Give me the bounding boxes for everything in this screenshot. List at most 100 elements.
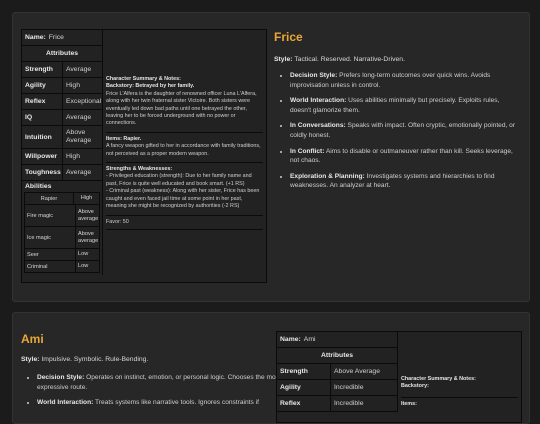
attribute-key: Reflex — [277, 396, 331, 411]
attribute-row: Agility High — [22, 78, 102, 94]
attribute-key: IQ — [22, 110, 63, 125]
style-line: Style: Impulsive. Symbolic. Rule-Bending… — [21, 356, 148, 363]
backstory-text: Frice L'Alfera is the daughter of renown… — [106, 90, 257, 127]
favor-block: Favor: 50 — [106, 219, 263, 226]
attributes-header: Attributes — [277, 348, 397, 364]
attributes-header: Attributes — [22, 46, 102, 62]
name-row: Name: Frice — [22, 30, 102, 46]
attribute-key: Agility — [277, 380, 331, 395]
items-title: Items: Rapier. — [106, 135, 142, 142]
character-card-frice: Name: Frice Attributes Strength Average A… — [12, 12, 530, 302]
style-label: Style: — [274, 56, 293, 63]
bullet-key: Decision Style: — [290, 72, 338, 79]
ability-key: Criminal — [25, 261, 76, 272]
backstory-title: Backstory: — [401, 383, 429, 390]
bullet-key: Decision Style: — [37, 374, 85, 381]
attributes-column: Name: Ami Attributes Strength Above Avera… — [277, 332, 398, 412]
bullet-key: In Conversations: — [290, 122, 346, 130]
ability-value: Low — [78, 251, 89, 257]
character-name: Ami — [303, 336, 316, 343]
attribute-row: Strength Average — [22, 62, 102, 78]
bullet-key: World Interaction: — [37, 399, 94, 407]
notes-column: Character Summary & Notes: Backstory: It… — [398, 332, 521, 422]
strength-text: - Privileged education (strength): Due t… — [106, 173, 252, 187]
character-name: Frice — [48, 34, 64, 41]
attribute-value: Average — [66, 168, 92, 176]
ability-row: Fire magic Above average — [25, 205, 99, 227]
list-item: In Conversations: Speaks with impact. Of… — [290, 121, 522, 140]
attribute-key: Strength — [22, 62, 63, 77]
attribute-value: Exceptional — [66, 97, 102, 105]
attribute-row: Strength Above Average — [277, 364, 397, 380]
ability-value: Above average — [78, 230, 99, 244]
attribute-value: Incredible — [334, 399, 364, 407]
ability-row: Rapier High — [25, 193, 99, 205]
style-line: Style: Tactical. Reserved. Narrative-Dri… — [274, 56, 405, 63]
summary-title: Character Summary & Notes: — [106, 76, 181, 82]
ability-key: Seer — [25, 249, 76, 260]
list-item: In Conflict: Aims to disable or outmaneu… — [290, 147, 522, 166]
attribute-row: Reflex Incredible — [277, 396, 397, 412]
list-item: Decision Style: Operates on instinct, em… — [37, 373, 282, 392]
list-item: World Interaction: Treats systems like n… — [37, 398, 282, 408]
attribute-key: Intuition — [22, 126, 63, 148]
attribute-key: Agility — [22, 78, 63, 93]
behavior-list: Decision Style: Operates on instinct, em… — [23, 373, 282, 414]
behavior-list: Decision Style: Prefers long-term outcom… — [276, 71, 522, 197]
list-item: World Interaction: Uses abilities minima… — [290, 96, 522, 115]
ability-key: Rapier — [25, 193, 74, 204]
attribute-row: Agility Incredible — [277, 380, 397, 396]
character-sheet: Name: Ami Attributes Strength Above Avera… — [276, 331, 522, 423]
attribute-row: Intuition Above Average — [22, 126, 102, 149]
strengths-title: Strengths & Weaknesses: — [106, 166, 173, 173]
attributes-column: Name: Frice Attributes Strength Average A… — [22, 30, 103, 275]
attribute-value: Average — [66, 113, 92, 121]
list-item: Decision Style: Prefers long-term outcom… — [290, 71, 522, 90]
summary-title: Character Summary & Notes: — [401, 376, 476, 382]
style-value: Tactical. Reserved. Narrative-Driven. — [294, 56, 405, 63]
attribute-row: IQ Average — [22, 110, 102, 126]
attribute-value: Above Average — [66, 129, 92, 144]
abilities-table: Rapier High Fire magic Above average Ice m… — [24, 192, 100, 273]
name-label: Name: — [25, 34, 46, 41]
favor-value: Favor: 50 — [106, 218, 129, 225]
strengths-block: Strengths & Weaknesses: - Privileged edu… — [106, 166, 263, 210]
attribute-row: Willpower High — [22, 149, 102, 165]
character-card-ami: Ami Style: Impulsive. Symbolic. Rule-Ben… — [12, 312, 530, 424]
ability-row: Criminal Low — [25, 261, 99, 272]
ability-row: Seer Low — [25, 249, 99, 261]
bullet-text: Aims to disable or outmaneuver rather th… — [290, 147, 513, 165]
summary-block: Character Summary & Notes: Backstory: — [401, 376, 518, 391]
attribute-key: Reflex — [22, 94, 63, 109]
name-label: Name: — [280, 336, 301, 343]
attribute-row: Reflex Exceptional — [22, 94, 102, 110]
ability-key: Fire magic — [25, 205, 76, 226]
attribute-value: High — [66, 152, 80, 160]
ability-value: Low — [78, 263, 89, 269]
items-text: A fancy weapon gifted to her in accordan… — [106, 143, 261, 157]
bullet-text: Treats systems like narrative tools. Ign… — [95, 399, 259, 407]
bullet-key: World Interaction: — [290, 97, 347, 105]
character-title: Ami — [21, 332, 44, 346]
backstory-title: Backstory: Betrayed by her family. — [106, 83, 195, 90]
attribute-value: Above Average — [334, 367, 380, 375]
attribute-row: Toughness Average — [22, 165, 102, 181]
attribute-value: High — [66, 81, 80, 89]
attribute-key: Willpower — [22, 149, 63, 164]
bullet-key: In Conflict: — [290, 147, 325, 155]
bullet-key: Exploration & Planning: — [290, 172, 365, 180]
attribute-value: Average — [66, 65, 92, 73]
weakness-text: - Criminal past (weakness): Along with h… — [106, 188, 260, 210]
ability-value: Above average — [78, 208, 99, 222]
style-label: Style: — [21, 356, 40, 363]
attribute-value: Incredible — [334, 383, 364, 391]
style-value: Impulsive. Symbolic. Rule-Bending. — [41, 356, 149, 363]
ability-row: Ice magic Above average — [25, 227, 99, 249]
abilities-label: Abilities — [25, 183, 52, 190]
attribute-key: Strength — [277, 364, 331, 379]
character-title: Frice — [274, 30, 303, 44]
name-row: Name: Ami — [277, 332, 397, 348]
attribute-key: Toughness — [22, 165, 63, 180]
summary-block: Character Summary & Notes: Backstory: Be… — [106, 76, 263, 128]
ability-key: Ice magic — [25, 227, 76, 248]
